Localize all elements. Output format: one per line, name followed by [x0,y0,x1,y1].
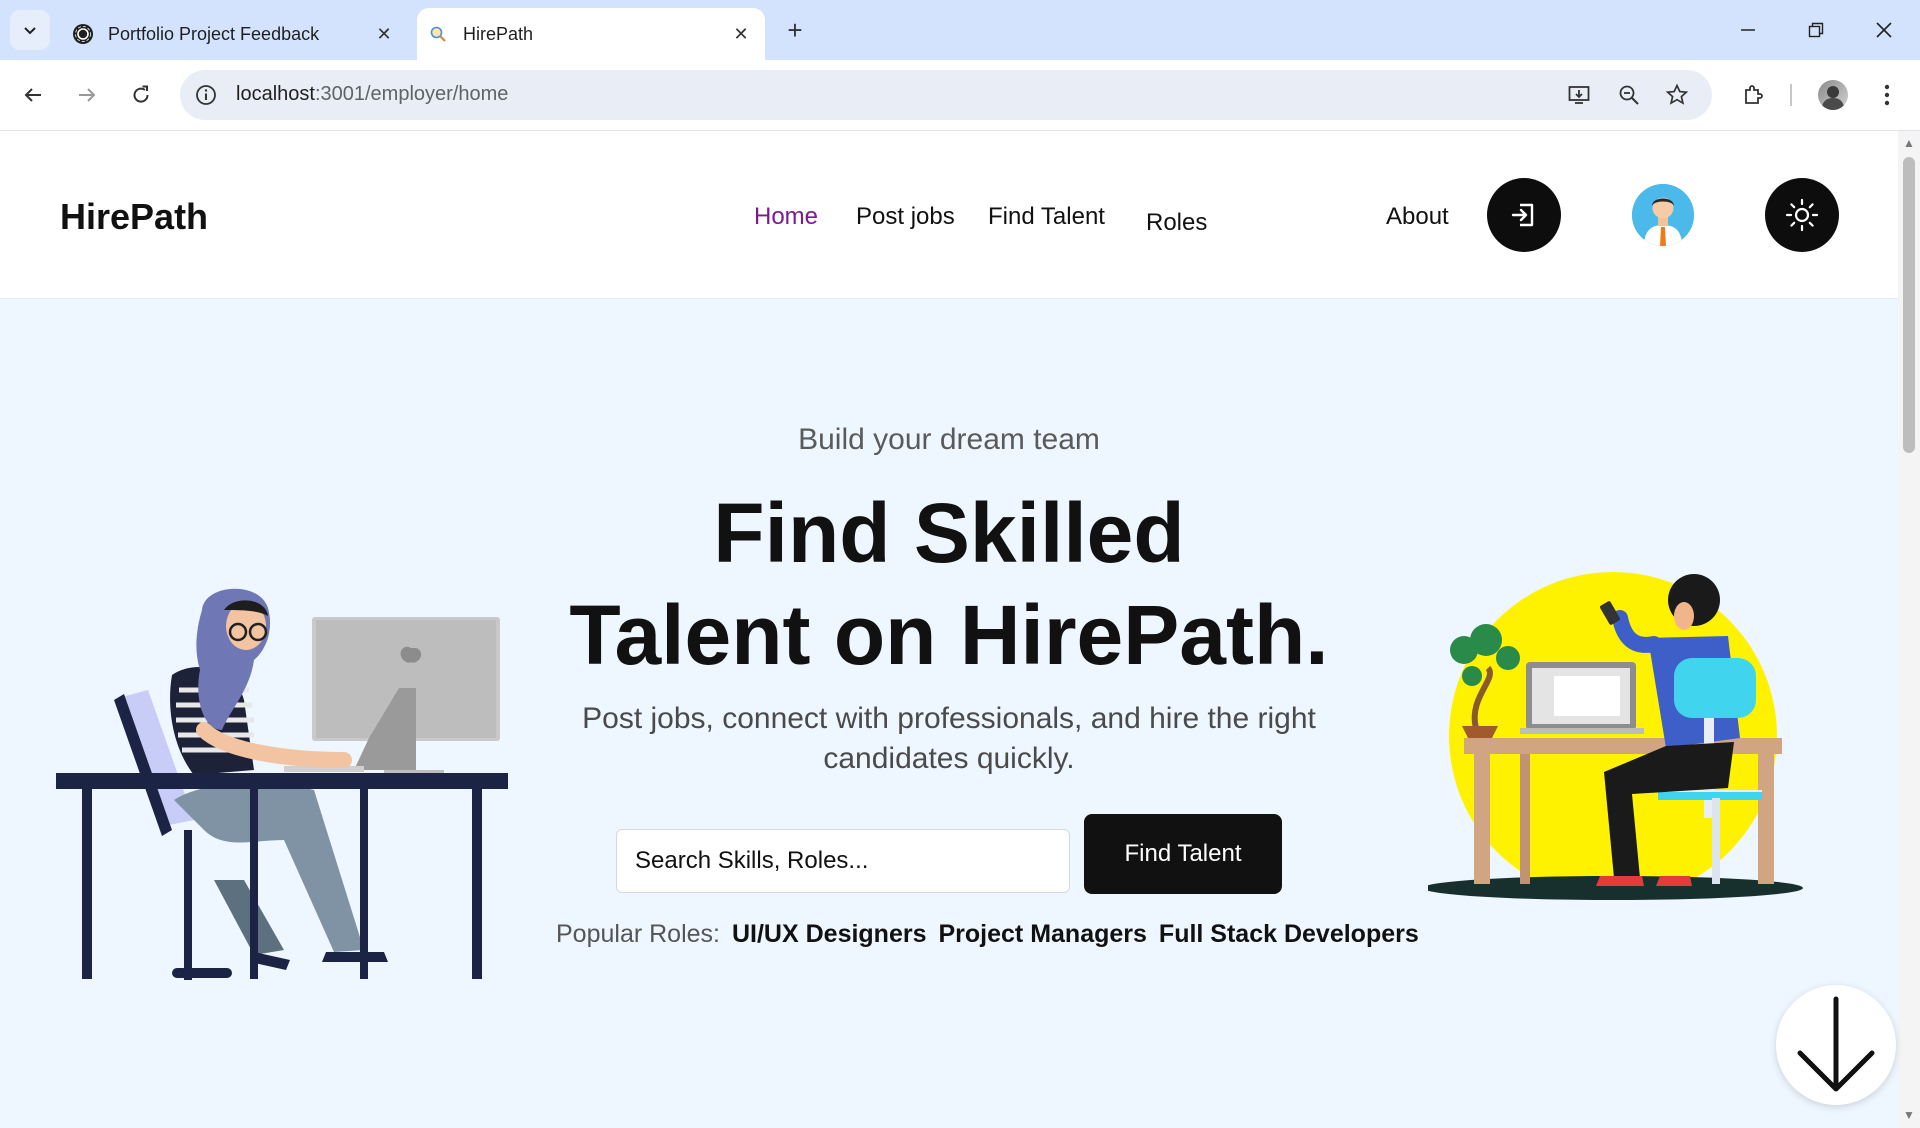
bookmark-star-icon[interactable] [1664,82,1690,108]
close-icon[interactable]: ✕ [370,20,398,48]
nav-about[interactable]: About [1386,203,1449,231]
logout-button[interactable] [1487,178,1561,252]
zoom-icon[interactable] [1616,82,1642,108]
arrow-down-icon [1797,996,1875,1092]
popular-role-full-stack[interactable]: Full Stack Developers [1159,920,1419,949]
woman-at-desk-illustration [56,588,508,980]
arrow-right-icon [79,88,96,102]
avatar [1818,80,1848,110]
tab-portfolio-feedback[interactable]: Portfolio Project Feedback ✕ [62,8,408,60]
browser-toolbar: localhost:3001/employer/home [0,60,1920,131]
back-button[interactable] [14,76,52,114]
close-icon [1876,22,1892,38]
reload-button[interactable] [122,76,160,114]
arrow-left-icon [24,88,41,102]
url-path: :3001/employer/home [314,83,509,105]
scroll-down-arrow[interactable]: ▼ [1903,1109,1915,1121]
search-input[interactable] [616,829,1070,893]
more-vertical-icon [1884,84,1890,106]
site-logo[interactable]: HirePath [60,196,208,238]
tab-title: Portfolio Project Feedback [108,23,320,44]
nav-roles[interactable]: Roles [1146,209,1207,237]
browser-tab-strip: Portfolio Project Feedback ✕ HirePath ✕ … [0,0,1920,60]
site-info-icon[interactable] [194,83,218,107]
nav-find-talent[interactable]: Find Talent [988,203,1105,231]
nav-home[interactable]: Home [754,203,818,231]
avatar-illustration [1632,184,1694,246]
address-bar[interactable]: localhost:3001/employer/home [180,70,1712,120]
user-avatar[interactable] [1632,184,1694,246]
minimize-button[interactable] [1728,14,1768,46]
nav-post-jobs[interactable]: Post jobs [856,203,955,231]
hero-description: Post jobs, connect with professionals, a… [582,702,1316,775]
find-talent-button[interactable]: Find Talent [1084,814,1282,894]
popular-role-uiux[interactable]: UI/UX Designers [732,920,927,949]
minimize-icon [1741,29,1755,31]
logout-icon [1511,203,1534,227]
install-app-icon[interactable] [1566,82,1592,108]
url-text[interactable]: localhost:3001/employer/home [236,83,508,106]
search-icon [427,23,449,45]
new-tab-button[interactable]: + [780,15,810,45]
tab-hirepath[interactable]: HirePath ✕ [417,8,765,60]
scroll-up-arrow[interactable]: ▲ [1903,137,1915,149]
restore-button[interactable] [1796,14,1836,46]
scroll-down-button[interactable] [1776,985,1896,1105]
man-at-desk-illustration [1428,572,1803,900]
tab-title: HirePath [463,23,534,44]
extensions-icon[interactable] [1734,76,1772,114]
close-window-button[interactable] [1864,14,1904,46]
close-icon[interactable]: ✕ [727,20,755,48]
url-host: localhost [236,83,315,105]
openai-icon [72,23,94,45]
toolbar-divider [1790,84,1792,106]
popular-roles-label: Popular Roles: [556,920,720,948]
sun-icon [1785,198,1819,232]
browser-menu-button[interactable] [1868,76,1906,114]
restore-icon [1808,22,1824,38]
popular-role-project-managers[interactable]: Project Managers [939,920,1147,949]
hero-subtitle: Build your dream team [798,423,1100,456]
page-scrollbar[interactable]: ▲ ▼ [1898,131,1920,1128]
profile-avatar[interactable] [1814,76,1852,114]
reload-icon [133,85,149,103]
popular-roles: Popular Roles: UI/UX Designers Project M… [556,920,1419,949]
tab-search-button[interactable] [10,10,50,50]
forward-button[interactable] [68,76,106,114]
scroll-thumb[interactable] [1903,157,1915,453]
theme-toggle-button[interactable] [1765,178,1839,252]
chevron-down-icon [24,27,36,35]
